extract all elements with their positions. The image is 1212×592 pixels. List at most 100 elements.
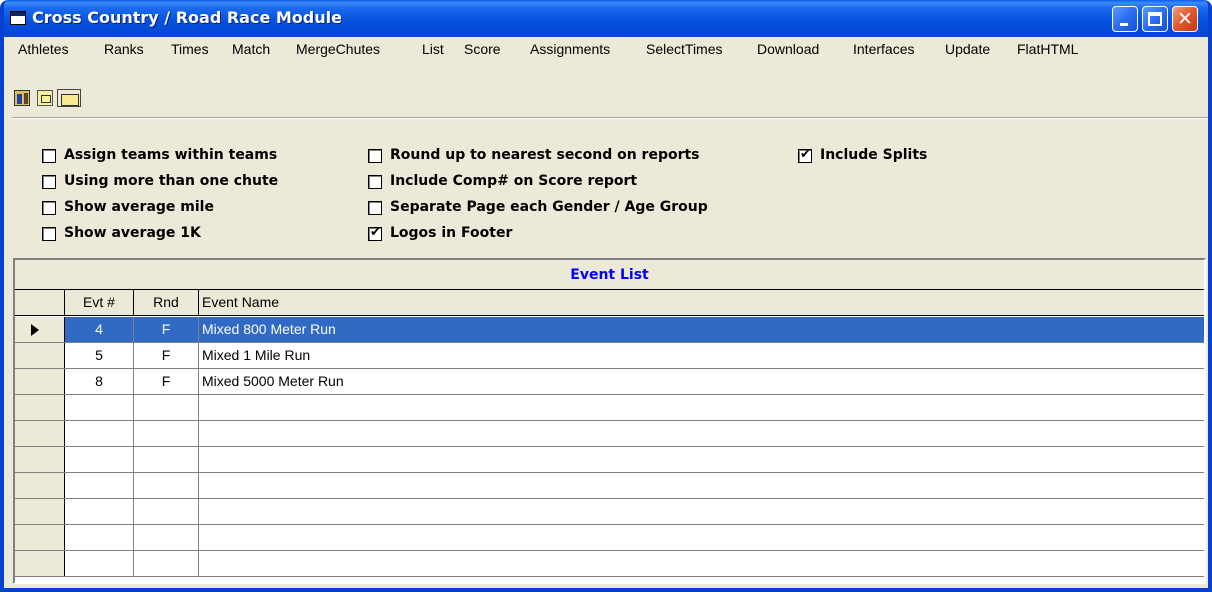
table-row[interactable]: [15, 499, 1204, 525]
checkbox-box[interactable]: [42, 227, 56, 241]
table-row[interactable]: [15, 395, 1204, 421]
checkbox-label: Include Comp# on Score report: [390, 173, 638, 189]
cell-rnd[interactable]: F: [134, 369, 199, 394]
cell-rnd[interactable]: [134, 447, 199, 472]
cell-event-name[interactable]: Mixed 5000 Meter Run: [199, 369, 1204, 394]
minimize-icon: [1120, 23, 1128, 26]
cell-rnd[interactable]: [134, 421, 199, 446]
menu-selecttimes[interactable]: SelectTimes: [646, 41, 723, 57]
cell-rnd[interactable]: [134, 525, 199, 550]
report-icon[interactable]: [37, 90, 53, 106]
row-selector[interactable]: [15, 473, 65, 498]
row-selector[interactable]: [15, 343, 65, 368]
row-selector[interactable]: [15, 525, 65, 550]
cell-event-name[interactable]: Mixed 1 Mile Run: [199, 343, 1204, 368]
cell-event-name[interactable]: [199, 551, 1204, 576]
row-selector[interactable]: [15, 395, 65, 420]
cell-event-name[interactable]: Mixed 800 Meter Run: [199, 317, 1204, 342]
check-icon: ✔: [800, 147, 811, 162]
cell-event-name[interactable]: [199, 421, 1204, 446]
event-list-grid[interactable]: Event List Evt # Rnd Event Name 4 F Mixed …: [13, 258, 1206, 584]
cell-evt[interactable]: 8: [65, 369, 134, 394]
menu-assignments[interactable]: Assignments: [530, 41, 610, 57]
row-selector[interactable]: [15, 499, 65, 524]
minimize-button[interactable]: [1112, 6, 1138, 32]
table-row[interactable]: [15, 473, 1204, 499]
check-icon: [369, 174, 382, 187]
grid-header: Evt # Rnd Event Name: [15, 290, 1204, 316]
checkbox-box[interactable]: [42, 175, 56, 189]
table-row[interactable]: [15, 421, 1204, 447]
cell-rnd[interactable]: [134, 395, 199, 420]
checkbox-label: Separate Page each Gender / Age Group: [390, 199, 708, 215]
checkbox-box[interactable]: [42, 149, 56, 163]
table-row[interactable]: 8 F Mixed 5000 Meter Run: [15, 369, 1204, 395]
menu-athletes[interactable]: Athletes: [18, 41, 69, 57]
row-selector[interactable]: [15, 421, 65, 446]
cell-event-name[interactable]: [199, 395, 1204, 420]
cell-evt[interactable]: [65, 473, 134, 498]
cell-rnd[interactable]: F: [134, 343, 199, 368]
window-title: Cross Country / Road Race Module: [32, 8, 342, 27]
checkbox-label: Include Splits: [820, 147, 928, 163]
table-row[interactable]: 5 F Mixed 1 Mile Run: [15, 343, 1204, 369]
cell-evt[interactable]: [65, 525, 134, 550]
cell-evt[interactable]: [65, 395, 134, 420]
header-indicator: [15, 290, 65, 315]
menu-match[interactable]: Match: [232, 41, 270, 57]
cell-evt[interactable]: 5: [65, 343, 134, 368]
maximize-button[interactable]: [1142, 6, 1168, 32]
cell-evt[interactable]: [65, 499, 134, 524]
header-event-name[interactable]: Event Name: [199, 290, 1204, 315]
folder-up-icon[interactable]: [57, 89, 81, 107]
check-icon: [43, 200, 56, 213]
checkbox-box[interactable]: [368, 149, 382, 163]
table-row[interactable]: [15, 447, 1204, 473]
menu-update[interactable]: Update: [945, 41, 990, 57]
title-bar[interactable]: Cross Country / Road Race Module ✕: [4, 0, 1208, 37]
checkbox-box[interactable]: [42, 201, 56, 215]
app-window-icon[interactable]: [10, 11, 26, 25]
menu-score[interactable]: Score: [464, 41, 501, 57]
table-row[interactable]: [15, 525, 1204, 551]
cell-evt[interactable]: 4: [65, 317, 134, 342]
cell-rnd[interactable]: [134, 551, 199, 576]
cell-event-name[interactable]: [199, 499, 1204, 524]
grid-title: Event List: [15, 260, 1204, 290]
cell-evt[interactable]: [65, 551, 134, 576]
table-row[interactable]: 4 F Mixed 800 Meter Run: [15, 317, 1204, 343]
menu-flathtml[interactable]: FlatHTML: [1017, 41, 1078, 57]
checkbox-box[interactable]: [368, 175, 382, 189]
checkbox-label: Round up to nearest second on reports: [390, 147, 700, 163]
menu-ranks[interactable]: Ranks: [104, 41, 144, 57]
cell-event-name[interactable]: [199, 473, 1204, 498]
row-selector[interactable]: [15, 317, 65, 342]
row-selector[interactable]: [15, 551, 65, 576]
checkbox-box[interactable]: ✔: [798, 147, 812, 163]
menu-download[interactable]: Download: [757, 41, 819, 57]
cell-rnd[interactable]: F: [134, 317, 199, 342]
cell-event-name[interactable]: [199, 447, 1204, 472]
menu-interfaces[interactable]: Interfaces: [853, 41, 914, 57]
menu-mergechutes[interactable]: MergeChutes: [296, 41, 380, 57]
menu-times[interactable]: Times: [171, 41, 209, 57]
checkbox-label: Logos in Footer: [390, 225, 513, 241]
checkbox-box[interactable]: ✔: [368, 226, 382, 241]
row-selector[interactable]: [15, 447, 65, 472]
cell-evt[interactable]: [65, 421, 134, 446]
athlete-chart-icon[interactable]: [14, 90, 30, 106]
menu-list[interactable]: List: [422, 41, 444, 57]
checkbox-label: Show average mile: [64, 199, 214, 215]
cell-rnd[interactable]: [134, 473, 199, 498]
checkbox-box[interactable]: [368, 201, 382, 215]
cell-event-name[interactable]: [199, 525, 1204, 550]
cell-evt[interactable]: [65, 447, 134, 472]
cell-rnd[interactable]: [134, 499, 199, 524]
app-window: Cross Country / Road Race Module ✕ Athle…: [0, 0, 1212, 592]
header-evt[interactable]: Evt #: [65, 290, 134, 315]
table-row[interactable]: [15, 551, 1204, 577]
toolbar: [4, 61, 1208, 117]
close-button[interactable]: ✕: [1172, 6, 1198, 32]
header-rnd[interactable]: Rnd: [134, 290, 199, 315]
row-selector[interactable]: [15, 369, 65, 394]
